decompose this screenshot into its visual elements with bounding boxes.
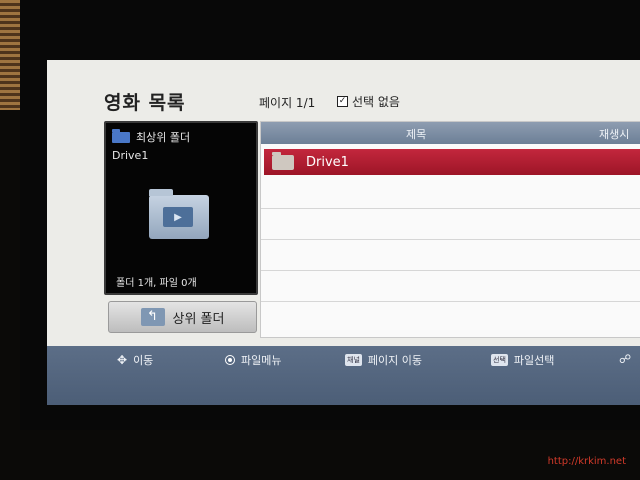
checkbox-icon[interactable]: ✓ [337,96,348,107]
film-icon: ▶ [163,207,193,227]
tv-screen: 영화 목록 페이지 1/1 ✓ 선택 없음 최상위 폴더 Drive1 ▶ 폴더… [47,60,640,405]
bottom-hint-bar: ✥ 이동 파일메뉴 채널 페이지 이동 선택 파일선택 ☍ [47,346,640,405]
hint-file-select-label: 파일선택 [513,354,555,367]
folder-icon [272,151,294,170]
hint-file-menu-label: 파일메뉴 [241,354,282,367]
ok-button-icon [225,355,235,365]
remote-icon: ☍ [619,352,632,366]
preview-header: 최상위 폴더 [112,128,191,145]
preview-name: Drive1 [112,149,149,162]
select-key-icon: 선택 [491,354,508,366]
folder-icon [112,128,130,143]
list-header: 제목 재생시 [261,122,640,144]
page-indicator: 페이지 1/1 [259,96,316,110]
watermark: http://krkim.net [547,456,626,467]
selection-status: ✓ 선택 없음 [337,93,400,110]
hint-page-move-label: 페이지 이동 [367,354,422,367]
preview-summary: 폴더 1개, 파일 0개 [116,278,197,289]
folder-preview-panel: 최상위 폴더 Drive1 ▶ 폴더 1개, 파일 0개 [104,121,258,295]
movie-folder-icon: ▶ [149,189,209,239]
column-playtime[interactable]: 재생시 [599,126,629,142]
page-title: 영화 목록 [104,92,186,114]
list-item-empty [261,271,640,302]
column-title[interactable]: 제목 [406,126,426,142]
hint-move-label: 이동 [133,354,154,367]
hint-remote: ☍ [619,352,631,366]
parent-folder-label: 상위 폴더 [172,311,225,327]
list-item-empty [261,178,640,209]
list-item-empty [261,209,640,240]
list-item-empty [261,240,640,271]
hint-file-select: 선택 파일선택 [491,352,554,368]
list-item-name: Drive1 [306,154,349,170]
move-arrows-icon: ✥ [117,353,128,367]
hint-page-move: 채널 페이지 이동 [345,352,422,368]
channel-key-icon: 채널 [345,354,362,366]
selection-status-label: 선택 없음 [352,95,400,109]
file-list: 제목 재생시 Drive1 [260,121,640,338]
parent-folder-button[interactable]: ↰ 상위 폴더 [108,301,257,333]
hint-file-menu: 파일메뉴 [225,352,281,368]
up-arrow-icon: ↰ [140,308,165,326]
hint-move: ✥ 이동 [117,352,153,368]
preview-header-label: 최상위 폴더 [136,131,191,144]
list-item[interactable]: Drive1 [264,149,640,175]
